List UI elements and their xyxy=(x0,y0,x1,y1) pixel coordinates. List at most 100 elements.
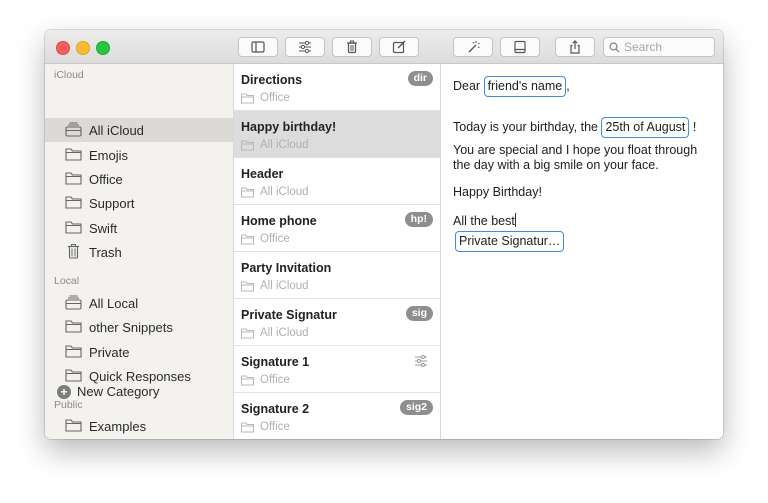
share-button[interactable] xyxy=(555,37,595,57)
snippet-folder-label: Office xyxy=(260,233,290,245)
snippet-title: Private Signatur xyxy=(241,308,337,322)
folder-icon xyxy=(65,148,82,161)
options-button[interactable] xyxy=(285,37,325,57)
folder-icon xyxy=(241,281,254,291)
folder-icon xyxy=(65,419,82,432)
snippet-title: Signature 2 xyxy=(241,402,310,416)
snippet-folder-label: Office xyxy=(260,92,290,104)
sidebar-item-label: All iCloud xyxy=(89,123,144,138)
folder-icon xyxy=(241,234,254,244)
snippet-title: Party Invitation xyxy=(241,261,332,275)
share-icon xyxy=(570,40,580,54)
plus-circle-icon: + xyxy=(57,384,71,399)
minimize-window-button[interactable] xyxy=(76,41,90,55)
folder-icon xyxy=(241,422,254,432)
sidebar-item-support[interactable]: Support xyxy=(45,191,233,215)
sidebar-item-label: Quick Responses xyxy=(89,369,191,384)
sidebar-toggle-icon xyxy=(251,41,265,53)
new-snippet-button[interactable] xyxy=(379,37,419,57)
snippet-folder-label: Office xyxy=(260,374,290,386)
snippet-folder-label: All iCloud xyxy=(260,186,309,198)
sidebar-item-label: Examples xyxy=(89,419,147,434)
snippet-folder: Office xyxy=(241,233,290,245)
magic-button[interactable] xyxy=(453,37,493,57)
preview-pane-icon xyxy=(514,40,526,54)
sidebar-item-office[interactable]: Office xyxy=(45,167,233,191)
sidebar-item-label: All Local xyxy=(89,296,139,311)
snippet-row-home-phone[interactable]: Home phone hp! Office xyxy=(234,205,440,252)
sidebar-item-all-icloud[interactable]: All iCloud xyxy=(45,118,233,142)
snippet-folder-label: All iCloud xyxy=(260,327,309,339)
snippet-row-happy-birthday[interactable]: Happy birthday! All iCloud xyxy=(234,111,440,158)
folder-icon xyxy=(65,369,82,382)
editor-line-closing: All the best xyxy=(453,213,516,228)
folder-icon xyxy=(241,187,254,197)
editor-text: the day with a big smile on your face. xyxy=(453,158,659,172)
editor-text: All the best xyxy=(453,214,515,228)
sidebar-item-label: Office xyxy=(89,172,123,187)
search-icon xyxy=(609,41,620,52)
tray-stack-icon xyxy=(65,295,82,310)
sidebar-section-header-icloud: iCloud xyxy=(54,69,84,81)
search-input[interactable] xyxy=(624,40,710,54)
close-window-button[interactable] xyxy=(56,41,70,55)
sidebar-item-all-local[interactable]: All Local xyxy=(45,291,233,315)
sidebar-section-header-public: Public xyxy=(54,399,83,411)
editor-line-signature: Private Signatur… xyxy=(455,231,565,252)
editor-line-birthday: Today is your birthday, the 25th of Augu… xyxy=(453,117,696,138)
toggle-sidebar-button[interactable] xyxy=(238,37,278,57)
snippet-folder: All iCloud xyxy=(241,280,309,292)
sidebar-item-examples[interactable]: Examples xyxy=(45,414,233,438)
trash-icon xyxy=(347,40,357,54)
sidebar-item-swift[interactable]: Swift xyxy=(45,216,233,240)
snippet-row-header[interactable]: Header All iCloud xyxy=(234,158,440,205)
placeholder-token-friends-name[interactable]: friend's name xyxy=(483,76,567,97)
snippet-folder: Office xyxy=(241,92,290,104)
search-field[interactable] xyxy=(603,37,715,57)
abbreviation-badge: sig xyxy=(405,306,433,321)
folder-icon xyxy=(241,375,254,385)
magic-wand-icon xyxy=(468,41,480,53)
options-sliders-icon xyxy=(414,354,428,372)
delete-button[interactable] xyxy=(332,37,372,57)
placeholder-token-date[interactable]: 25th of August xyxy=(601,117,690,138)
snippet-folder: Office xyxy=(241,374,290,386)
sidebar-item-label: Trash xyxy=(89,245,122,260)
sidebar-item-other-snippets[interactable]: other Snippets xyxy=(45,315,233,339)
text-caret xyxy=(514,213,516,227)
new-category-button[interactable]: + New Category xyxy=(57,384,159,399)
editor-text: Happy Birthday! xyxy=(453,185,542,199)
new-category-label: New Category xyxy=(77,384,160,399)
nested-snippet-token[interactable]: Private Signatur… xyxy=(455,231,565,252)
snippet-row-private-signatur[interactable]: Private Signatur sig All iCloud xyxy=(234,299,440,346)
snippet-row-signature-2[interactable]: Signature 2 sig2 Office xyxy=(234,393,440,439)
snippet-folder-label: All iCloud xyxy=(260,139,309,151)
abbreviation-badge: sig2 xyxy=(399,400,433,415)
sidebar-item-trash[interactable]: Trash xyxy=(45,240,233,264)
editor-text: , xyxy=(566,79,570,93)
snippet-row-signature-1[interactable]: Signature 1 Office xyxy=(234,346,440,393)
editor-text: Today is your birthday, the xyxy=(453,120,598,134)
snippet-title: Directions xyxy=(241,73,303,87)
snippet-row-party-invitation[interactable]: Party Invitation All iCloud xyxy=(234,252,440,299)
sidebar-item-label: Swift xyxy=(89,221,118,236)
editor-text: Dear xyxy=(453,79,481,93)
folder-icon xyxy=(65,345,82,358)
snippet-title: Header xyxy=(241,167,284,181)
preview-pane-button[interactable] xyxy=(500,37,540,57)
folder-icon xyxy=(65,221,82,234)
folder-icon xyxy=(65,196,82,209)
snippet-title: Signature 1 xyxy=(241,355,310,369)
sidebar-item-emojis[interactable]: Emojis xyxy=(45,143,233,167)
compose-icon xyxy=(392,40,406,54)
trash-icon xyxy=(68,244,79,259)
editor-text: ! xyxy=(692,120,697,134)
snippet-editor[interactable]: Dear friend's name, Today is your birthd… xyxy=(441,64,723,439)
folder-icon xyxy=(241,93,254,103)
sidebar: iCloud All iCloud Emojis Office Support … xyxy=(45,64,234,439)
sidebar-item-private[interactable]: Private xyxy=(45,340,233,364)
snippet-row-directions[interactable]: Directions dir Office xyxy=(234,64,440,111)
snippet-folder-label: Office xyxy=(260,421,290,433)
toolbar xyxy=(45,30,723,64)
zoom-window-button[interactable] xyxy=(96,41,110,55)
